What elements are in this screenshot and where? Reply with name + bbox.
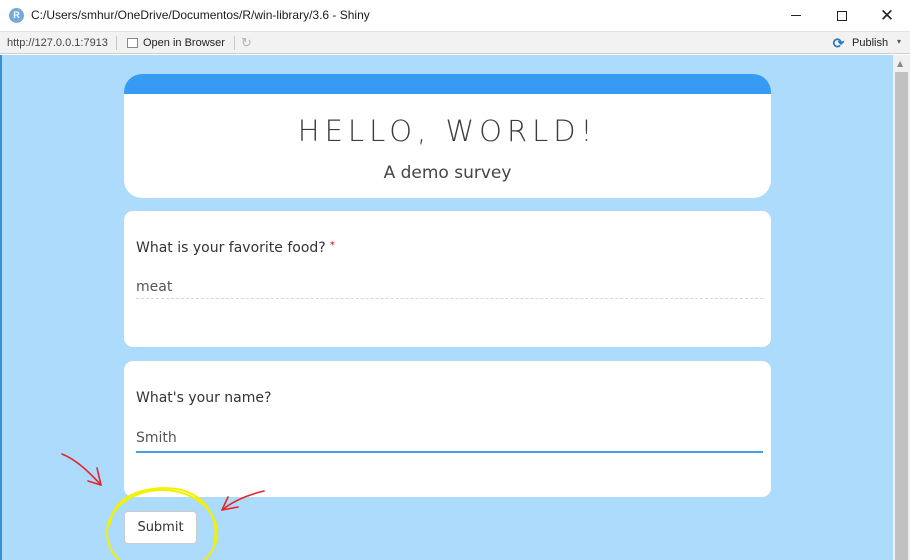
refresh-icon[interactable]: ↻ (241, 35, 252, 51)
required-marker: * (329, 240, 335, 251)
open-in-browser-button[interactable]: Open in Browser (143, 37, 225, 49)
publish-button[interactable]: Publish (852, 37, 888, 49)
favorite-food-input[interactable] (136, 275, 763, 299)
toolbar-divider (234, 36, 235, 50)
close-icon: ✕ (879, 6, 895, 25)
header-accent-band (124, 74, 771, 94)
question-label: What's your name? (136, 390, 272, 406)
url-display[interactable]: http://127.0.0.1:7913 (7, 37, 108, 49)
window-titlebar: R C:/Users/smhur/OneDrive/Documentos/R/w… (0, 0, 910, 31)
minimize-button[interactable] (773, 0, 819, 31)
viewer-toolbar: http://127.0.0.1:7913 Open in Browser ↻ … (0, 31, 910, 54)
scrollbar-thumb[interactable] (895, 72, 908, 560)
survey-header-card: HELLO, WORLD! A demo survey (124, 74, 771, 198)
publish-dropdown-icon[interactable]: ▾ (897, 37, 901, 46)
toolbar-divider (116, 36, 117, 50)
survey-title: HELLO, WORLD! (297, 114, 598, 148)
question-card-favorite-food: What is your favorite food? * (124, 211, 771, 347)
survey-subtitle: A demo survey (383, 163, 512, 183)
scroll-up-icon[interactable]: ▲ (897, 59, 903, 68)
question-text: What is your favorite food? (136, 240, 326, 256)
shiny-viewport: HELLO, WORLD! A demo survey What is your… (0, 55, 910, 560)
publish-icon[interactable]: ⟳ (831, 36, 846, 51)
open-in-browser-icon[interactable] (127, 38, 138, 48)
name-input[interactable] (136, 424, 763, 453)
r-app-icon: R (9, 8, 24, 23)
question-card-name: What's your name? (124, 361, 771, 497)
maximize-icon (837, 10, 847, 21)
vertical-scrollbar[interactable]: ▲ (893, 55, 910, 560)
submit-button[interactable]: Submit (124, 511, 197, 544)
minimize-icon (791, 15, 801, 16)
question-label: What is your favorite food? * (136, 240, 335, 256)
maximize-button[interactable] (819, 0, 865, 31)
window-title: C:/Users/smhur/OneDrive/Documentos/R/win… (31, 8, 370, 22)
arrow-left-annotation (61, 453, 102, 486)
close-button[interactable]: ✕ (864, 0, 910, 31)
